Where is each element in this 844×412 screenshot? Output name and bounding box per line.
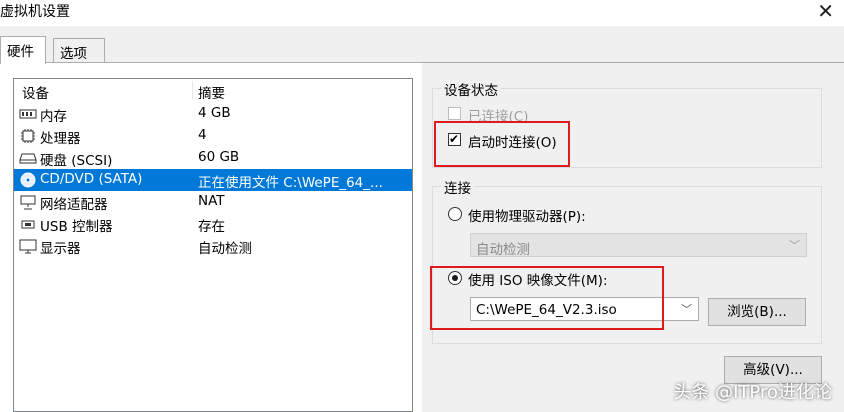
device-summary: NAT [198, 193, 225, 209]
device-row-memory[interactable]: 内存 4 GB [14, 103, 412, 125]
chevron-down-icon: ﹀ [789, 239, 800, 252]
device-summary: 存在 [198, 219, 225, 235]
column-header-summary[interactable]: 摘要 [198, 82, 225, 102]
physical-drive-radio[interactable] [448, 207, 462, 221]
device-row-network-adapter[interactable]: 网络适配器 NAT [14, 191, 412, 213]
radio-selected-dot [452, 275, 458, 281]
device-row-harddisk[interactable]: 硬盘 (SCSI) 60 GB [14, 147, 412, 169]
device-row-usb-controller[interactable]: USB 控制器 存在 [14, 213, 412, 235]
device-summary: 正在使用文件 C:\WePE_64_... [198, 175, 383, 191]
device-name: 网络适配器 [40, 197, 108, 213]
device-list-header: 设备 摘要 [14, 79, 412, 102]
device-summary: 自动检测 [198, 241, 252, 257]
connected-label: 已连接(C) [468, 109, 529, 125]
device-summary: 4 GB [198, 105, 231, 121]
tab-options[interactable]: 选项 [53, 38, 105, 62]
window-title: 虚拟机设置 [0, 4, 70, 20]
iso-path-combobox[interactable]: C:\WePE_64_V2.3.iso ﹀ [470, 297, 699, 321]
connected-checkbox[interactable] [448, 107, 461, 120]
device-name: 显示器 [40, 241, 81, 257]
physical-drive-label: 使用物理驱动器(P): [468, 209, 586, 225]
device-summary: 60 GB [198, 149, 240, 165]
tab-hardware[interactable]: 硬件 [0, 36, 46, 64]
device-row-processor[interactable]: 处理器 4 [14, 125, 412, 147]
physical-drive-select: 自动检测 ﹀ [470, 233, 807, 258]
iso-path-value: C:\WePE_64_V2.3.iso [476, 302, 617, 318]
connect-at-power-on-checkbox[interactable]: ✔ [448, 132, 461, 146]
physical-drive-value: 自动检测 [476, 242, 530, 258]
iso-file-radio[interactable] [448, 271, 462, 285]
device-status-group: 设备状态 [432, 79, 822, 168]
device-summary: 4 [198, 127, 207, 143]
device-row-cd-dvd[interactable]: CD/DVD (SATA) 正在使用文件 C:\WePE_64_... [14, 169, 412, 191]
column-divider[interactable] [192, 81, 193, 99]
column-header-device[interactable]: 设备 [22, 82, 49, 102]
cd-dvd-icon [20, 172, 36, 188]
network-adapter-icon [20, 195, 36, 210]
display-icon [19, 239, 37, 254]
device-name: CD/DVD (SATA) [40, 171, 143, 187]
watermark: 头条 @ITPro进化论 [673, 382, 832, 403]
device-name: 硬盘 (SCSI) [40, 153, 113, 169]
iso-file-label: 使用 ISO 映像文件(M): [468, 273, 608, 289]
device-name: 内存 [40, 109, 67, 125]
title-bar: 虚拟机设置 ✕ [0, 0, 844, 26]
harddisk-icon [19, 153, 37, 164]
device-row-display[interactable]: 显示器 自动检测 [14, 235, 412, 257]
connect-at-power-on-label: 启动时连接(O) [468, 135, 557, 151]
checkmark-icon: ✔ [449, 132, 460, 146]
device-name: USB 控制器 [40, 219, 113, 235]
usb-controller-icon [21, 220, 35, 229]
close-icon[interactable]: ✕ [817, 0, 834, 24]
chevron-down-icon[interactable]: ﹀ [681, 301, 692, 317]
memory-icon [19, 109, 37, 119]
device-name: 处理器 [40, 131, 81, 147]
device-status-title: 设备状态 [441, 79, 501, 99]
connection-title: 连接 [441, 177, 474, 197]
processor-icon [21, 129, 35, 143]
browse-button[interactable]: 浏览(B)... [708, 298, 806, 326]
device-list[interactable]: 设备 摘要 内存 4 GB 处理器 4 硬盘 (SCSI) 60 GB CD/D… [13, 78, 413, 412]
